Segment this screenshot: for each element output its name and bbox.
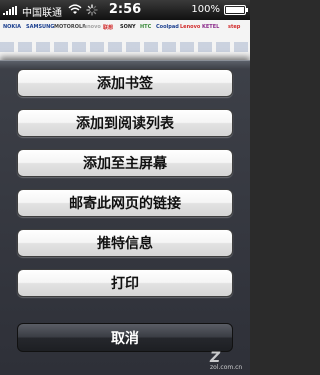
screen: 中国联通 2:56 100% NOKIA SAMSUNG MOTOROLA le… xyxy=(0,0,250,375)
background-webpage: NOKIA SAMSUNG MOTOROLA lenovo 联想 SONY HT… xyxy=(0,20,250,60)
battery-percentage: 100% xyxy=(191,4,220,15)
add-to-reading-list-button[interactable]: 添加到阅读列表 xyxy=(17,109,233,137)
zol-watermark: Z zol.com.cn xyxy=(210,350,244,372)
brand-logo: SONY xyxy=(120,24,136,30)
brand-logo: NOKIA xyxy=(3,24,22,30)
tweet-button[interactable]: 推特信息 xyxy=(17,229,233,257)
brand-logo: 联想 xyxy=(103,25,114,31)
brand-logo: lenovo xyxy=(82,24,101,30)
add-to-home-screen-button[interactable]: 添加至主屏幕 xyxy=(17,149,233,177)
brand-logo: Lenovo xyxy=(180,24,201,30)
print-button[interactable]: 打印 xyxy=(17,269,233,297)
mail-link-button[interactable]: 邮寄此网页的链接 xyxy=(17,189,233,217)
brand-logo-strip: NOKIA SAMSUNG MOTOROLA lenovo 联想 SONY HT… xyxy=(0,24,250,38)
brand-logo: SAMSUNG xyxy=(26,24,55,30)
brand-logo: Coolpad xyxy=(156,24,179,30)
cancel-button[interactable]: 取消 xyxy=(17,323,233,352)
brand-logo: step xyxy=(228,24,241,30)
battery-icon xyxy=(224,5,248,15)
status-bar: 中国联通 2:56 100% xyxy=(0,0,250,20)
action-sheet: 添加书签 添加到阅读列表 添加至主屏幕 邮寄此网页的链接 推特信息 打印 取消 xyxy=(0,60,250,375)
brand-logo: KETEL xyxy=(202,24,220,30)
add-bookmark-button[interactable]: 添加书签 xyxy=(17,69,233,97)
watermark-text: zol.com.cn xyxy=(210,364,243,371)
brand-logo: HTC xyxy=(140,24,152,30)
link-row xyxy=(0,42,250,52)
